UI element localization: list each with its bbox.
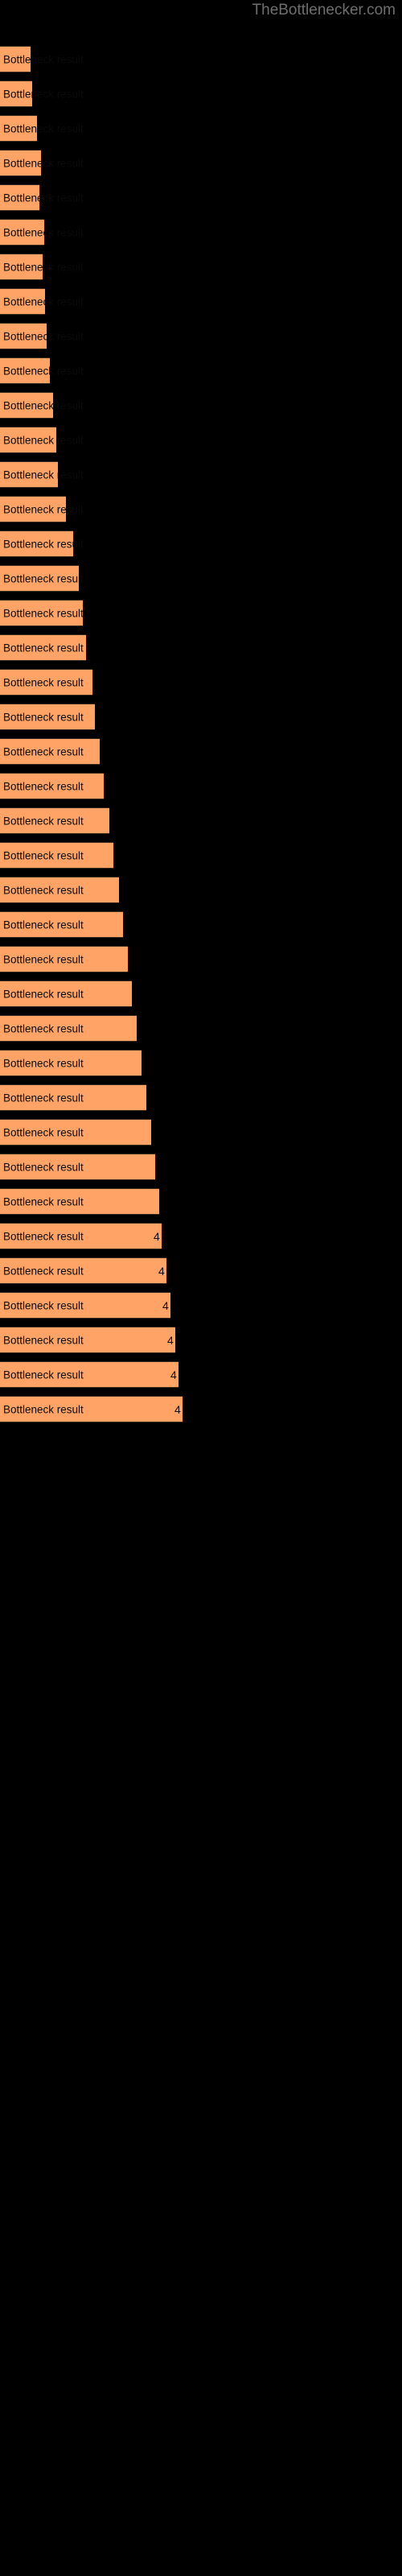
bar: Bottleneck result 4 <box>0 1223 162 1249</box>
bar: Bottleneck result <box>0 219 84 246</box>
bar: Bottleneck result <box>0 1050 142 1076</box>
bar-label: Bottleneck result <box>3 676 84 688</box>
bar-label: Bottleneck result <box>3 572 84 584</box>
bar-label: Bottleneck result <box>3 1195 84 1208</box>
bar: Bottleneck result <box>0 530 84 557</box>
bar-label: Bottleneck result <box>3 434 84 446</box>
bar: Bottleneck result <box>0 807 109 834</box>
bar: Bottleneck result <box>0 392 84 419</box>
bar: Bottleneck result 4 <box>0 1257 166 1284</box>
bar-label: Bottleneck result <box>3 849 84 861</box>
bar-label: Bottleneck result <box>3 815 84 827</box>
bar: Bottleneck result <box>0 842 113 869</box>
bar-label: Bottleneck result <box>3 330 84 342</box>
bar-label: Bottleneck result <box>3 884 84 896</box>
bar-label: Bottleneck result <box>3 1022 84 1034</box>
bar: Bottleneck result <box>0 980 132 1007</box>
bar-label: Bottleneck result <box>3 607 84 619</box>
bar-label: Bottleneck result <box>3 365 84 377</box>
bar: Bottleneck result <box>0 1188 159 1215</box>
bar-label: Bottleneck result <box>3 469 84 481</box>
bottleneck-chart-page: TheBottlenecker.com Bottleneck result Bot… <box>0 0 402 2576</box>
bar: Bottleneck result <box>0 565 84 592</box>
bar-label: Bottleneck result <box>3 503 84 515</box>
bar-label: Bottleneck result <box>3 1265 84 1277</box>
bar-label: Bottleneck result <box>3 1092 84 1104</box>
bar-label: Bottleneck result <box>3 953 84 965</box>
bar: Bottleneck result <box>0 150 84 176</box>
bar: Bottleneck result <box>0 46 84 72</box>
bar: Bottleneck result 4 <box>0 1396 183 1422</box>
bar-label: Bottleneck result <box>3 261 84 273</box>
bar-label: Bottleneck result <box>3 399 84 411</box>
bar-label: Bottleneck result <box>3 1299 84 1311</box>
bar: Bottleneck result <box>0 773 104 799</box>
bar-value-label: 4 <box>154 1229 160 1243</box>
bar: Bottleneck result <box>0 600 84 626</box>
bar: Bottleneck result <box>0 357 84 384</box>
bar: Bottleneck result <box>0 80 84 107</box>
bar-label: Bottleneck result <box>3 538 84 550</box>
bar: Bottleneck result <box>0 877 119 903</box>
bar-label: Bottleneck result <box>3 1057 84 1069</box>
bar: Bottleneck result <box>0 254 84 280</box>
bar-label: Bottleneck result <box>3 919 84 931</box>
bar: Bottleneck result <box>0 427 84 453</box>
bar-label: Bottleneck result <box>3 1230 84 1242</box>
bar-label: Bottleneck result <box>3 1368 84 1381</box>
bar-label: Bottleneck result <box>3 1334 84 1346</box>
bar-value-label: 4 <box>174 1402 181 1416</box>
bar-label: Bottleneck result <box>3 780 84 792</box>
bar-label: Bottleneck result <box>3 122 84 134</box>
bar: Bottleneck result <box>0 1154 155 1180</box>
bar: Bottleneck result <box>0 738 100 765</box>
bar: Bottleneck result 4 <box>0 1327 175 1353</box>
bar: Bottleneck result <box>0 323 84 349</box>
bar: Bottleneck result <box>0 1015 137 1042</box>
bar-label: Bottleneck result <box>3 53 84 65</box>
bar-label: Bottleneck result <box>3 192 84 204</box>
bar-value-label: 4 <box>162 1298 169 1312</box>
bar-value-label: 4 <box>167 1333 174 1347</box>
bar-label: Bottleneck result <box>3 1126 84 1138</box>
bar-label: Bottleneck result <box>3 745 84 758</box>
bar-value-label: 4 <box>170 1368 177 1381</box>
bar-label: Bottleneck result <box>3 88 84 100</box>
bar: Bottleneck result <box>0 461 84 488</box>
bar-label: Bottleneck result <box>3 157 84 169</box>
bar-label: Bottleneck result <box>3 711 84 723</box>
bar-label: Bottleneck result <box>3 1403 84 1415</box>
chart-plot-area: Bottleneck result Bottleneck result Bottle… <box>0 0 402 2576</box>
bar-label: Bottleneck result <box>3 295 84 308</box>
bar: Bottleneck result 4 <box>0 1361 178 1388</box>
bar-label: Bottleneck result <box>3 226 84 238</box>
bar: Bottleneck result <box>0 634 86 661</box>
bar: Bottleneck result <box>0 704 95 730</box>
bar: Bottleneck result <box>0 115 84 142</box>
bar: Bottleneck result <box>0 669 92 696</box>
bar: Bottleneck result <box>0 946 128 972</box>
bar: Bottleneck result <box>0 496 84 522</box>
bar: Bottleneck result <box>0 1119 151 1146</box>
bar-value-label: 4 <box>158 1264 165 1278</box>
bar-label: Bottleneck result <box>3 988 84 1000</box>
bar: Bottleneck result <box>0 1084 146 1111</box>
bar: Bottleneck result <box>0 911 123 938</box>
bar-label: Bottleneck result <box>3 642 84 654</box>
bar: Bottleneck result <box>0 288 84 315</box>
bar: Bottleneck result 4 <box>0 1292 170 1319</box>
bar-label: Bottleneck result <box>3 1161 84 1173</box>
bar: Bottleneck result <box>0 184 84 211</box>
